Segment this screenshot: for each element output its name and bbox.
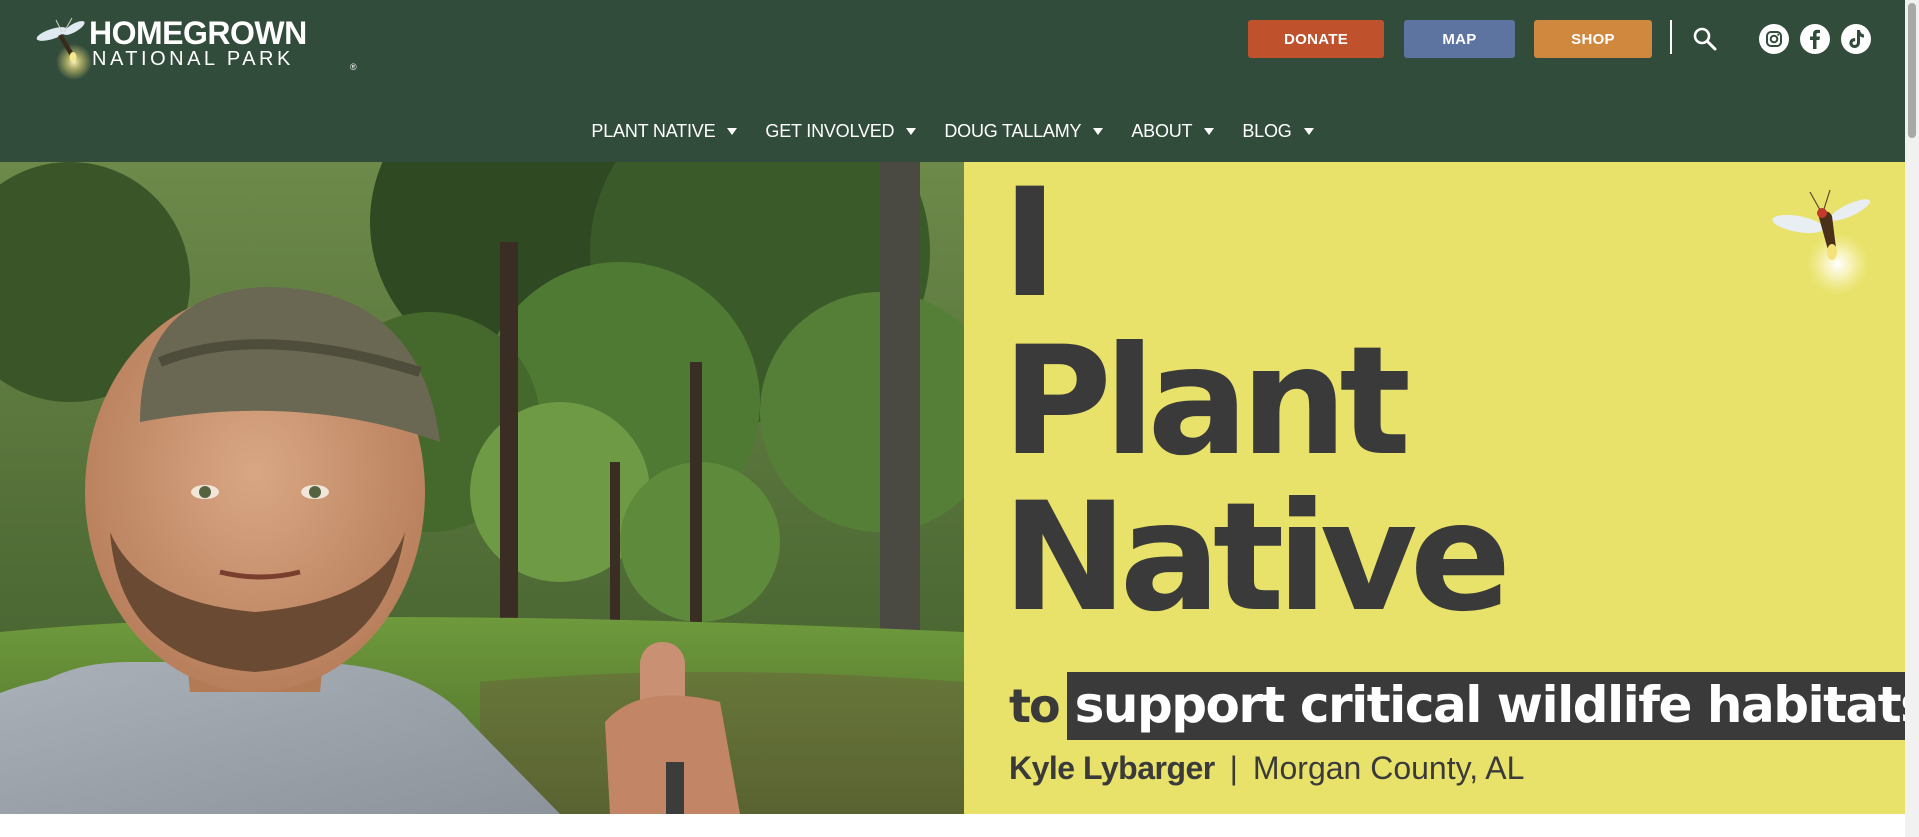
tagline-prefix: to xyxy=(1009,679,1061,733)
registered-mark: ® xyxy=(350,62,357,72)
hero-banner[interactable]: I Plant Native to support critical wildl… xyxy=(0,162,1905,814)
credit-location: Morgan County, AL xyxy=(1252,750,1525,786)
tagline-highlight: support critical wildlife habitats xyxy=(1066,672,1905,740)
headline-line-3: Native xyxy=(1002,471,1511,645)
main-navigation: PLANT NATIVE GET INVOLVED DOUG TALLAMY A… xyxy=(0,116,1905,146)
shop-button[interactable]: SHOP xyxy=(1534,20,1652,58)
homegrown-logo[interactable]: HOMEGROWN NATIONAL PARK ® xyxy=(34,14,357,84)
hero-text-panel: I Plant Native to support critical wildl… xyxy=(964,162,1905,814)
instagram-icon[interactable] xyxy=(1759,24,1789,54)
donate-button[interactable]: DONATE xyxy=(1248,20,1384,58)
search-icon[interactable] xyxy=(1692,26,1718,52)
firefly-logo-icon xyxy=(36,17,92,80)
nav-label: ABOUT xyxy=(1131,120,1193,141)
firefly-icon xyxy=(1772,189,1871,296)
facebook-icon[interactable] xyxy=(1800,24,1830,54)
tiktok-icon[interactable] xyxy=(1841,24,1871,54)
nav-label: BLOG xyxy=(1242,120,1292,141)
caret-down-icon xyxy=(1303,127,1314,135)
headline-line-1: I xyxy=(1002,162,1058,331)
caret-down-icon xyxy=(727,127,738,135)
nav-get-involved[interactable]: GET INVOLVED xyxy=(751,121,930,142)
caret-down-icon xyxy=(1093,127,1104,135)
nav-plant-native[interactable]: PLANT NATIVE xyxy=(577,121,751,142)
nav-label: PLANT NATIVE xyxy=(591,120,716,141)
hero-photo-man-in-woods xyxy=(0,162,964,814)
scrollbar-thumb[interactable] xyxy=(1908,3,1916,138)
header-divider xyxy=(1670,20,1672,54)
nav-about[interactable]: ABOUT xyxy=(1117,121,1228,142)
nav-blog[interactable]: BLOG xyxy=(1228,121,1327,142)
nav-label: DOUG TALLAMY xyxy=(944,120,1082,141)
nav-doug-tallamy[interactable]: DOUG TALLAMY xyxy=(930,121,1117,142)
site-header: HOMEGROWN NATIONAL PARK ® DONATE MAP SHO… xyxy=(0,0,1905,162)
credit-name: Kyle Lybarger xyxy=(1009,750,1215,786)
credit-separator: | xyxy=(1229,750,1238,786)
page: HOMEGROWN NATIONAL PARK ® DONATE MAP SHO… xyxy=(0,0,1919,837)
caret-down-icon xyxy=(906,127,917,135)
caret-down-icon xyxy=(1204,127,1215,135)
hero-credit: Kyle Lybarger | Morgan County, AL xyxy=(1009,750,1524,787)
logo-subtitle: NATIONAL PARK xyxy=(92,48,294,70)
logo-title: HOMEGROWN xyxy=(89,15,307,51)
page-scrollbar[interactable] xyxy=(1905,0,1919,837)
map-button[interactable]: MAP xyxy=(1404,20,1515,58)
tagline: to support critical wildlife habitats xyxy=(1009,668,1905,744)
nav-label: GET INVOLVED xyxy=(765,120,895,141)
headline-line-2: Plant xyxy=(1002,315,1411,489)
